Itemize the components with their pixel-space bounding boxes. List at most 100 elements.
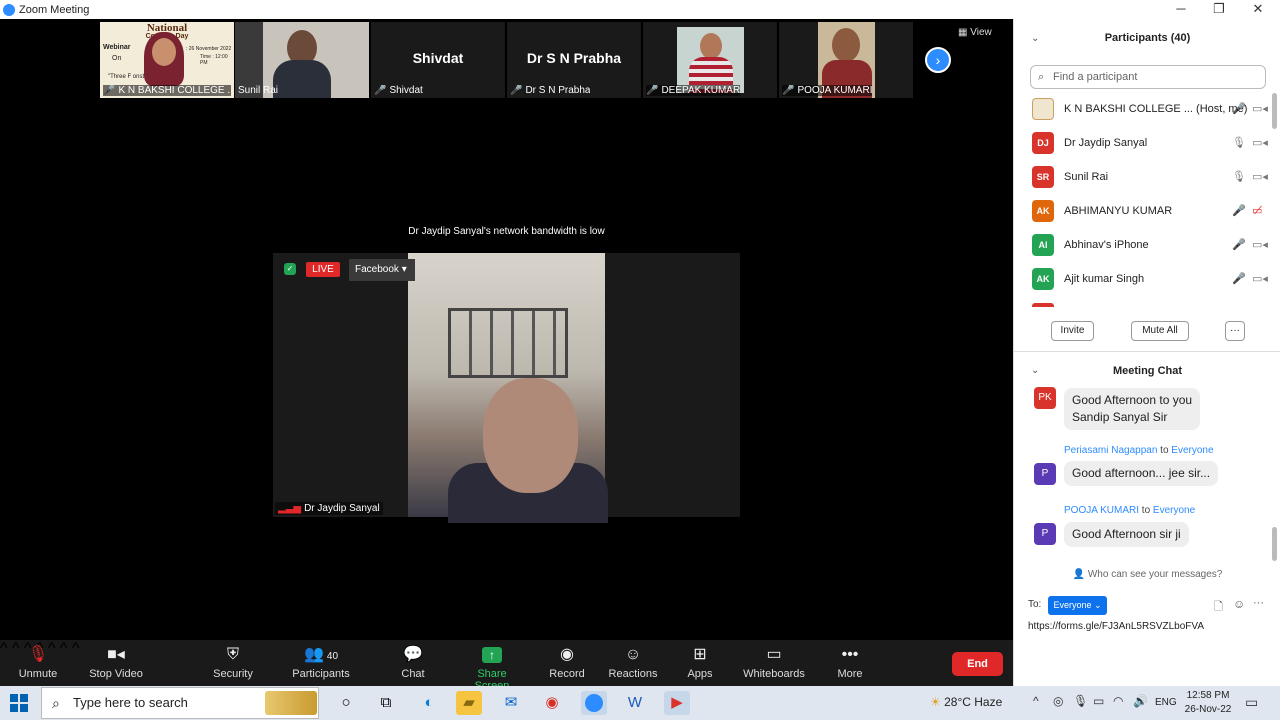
chat-button[interactable]: 💬 Chat: [396, 642, 430, 680]
share-screen-button[interactable]: ↑ Share Screen: [460, 642, 524, 692]
file-icon[interactable]: 🗋: [1214, 598, 1223, 617]
more-button[interactable]: ••• More: [834, 642, 866, 680]
chrome-icon[interactable]: ◉: [539, 691, 565, 715]
apps-label: Apps: [687, 668, 713, 680]
reactions-options-caret[interactable]: ^: [60, 640, 68, 657]
mail-icon[interactable]: ✉: [498, 691, 524, 715]
edge-browser-icon[interactable]: ◐: [416, 691, 442, 715]
mic-muted-icon[interactable]: 🎤: [1232, 238, 1246, 251]
thumbnail-kn-bakshi[interactable]: National Cons on Day Webinar On "Three F…: [100, 22, 234, 98]
chat-message: Good Afternoon sir ji: [1064, 522, 1189, 547]
microphone-tray-icon[interactable]: 🎙: [1073, 694, 1088, 708]
windows-start-icon[interactable]: [10, 694, 28, 712]
task-view-icon[interactable]: ⧉: [373, 691, 399, 715]
thumb-display-name: Dr S N Prabha: [526, 50, 622, 66]
shield-icon: ⛨: [226, 646, 239, 663]
facebook-stream-dropdown[interactable]: Facebook ▾: [349, 259, 415, 281]
mic-on-icon[interactable]: 🎙: [1232, 136, 1246, 149]
video-on-icon[interactable]: ▭◂: [1252, 102, 1268, 115]
camera-tray-icon[interactable]: ◎: [1053, 694, 1063, 708]
participant-search-input[interactable]: ⌕ Find a participant: [1030, 65, 1266, 89]
participant-row[interactable]: AK Ajit kumar Singh 🎤 ▭◂: [1030, 263, 1270, 297]
participants-more-button[interactable]: ···: [1225, 321, 1245, 341]
invite-button[interactable]: Invite: [1051, 321, 1094, 341]
next-page-button[interactable]: ›: [925, 47, 951, 73]
chat-message-line: Sandip Sanyal Sir: [1072, 410, 1168, 424]
end-meeting-button[interactable]: End: [952, 652, 1003, 676]
participant-row[interactable]: SR Sunil Rai 🎙 ▭◂: [1030, 161, 1270, 195]
active-speaker-video[interactable]: ✓ LIVE Facebook ▾ ▂▃▅ Dr Jaydip Sanyal: [273, 253, 740, 523]
unmute-button[interactable]: 🎙 Unmute: [16, 642, 60, 680]
battery-icon[interactable]: ▭: [1093, 694, 1104, 708]
chat-input[interactable]: https://forms.gle/FJ3AnL5RSVZLboFVA: [1028, 621, 1204, 632]
windows-taskbar: ⌕ Type here to search ○ ⧉ ◐ ▰ ✉ ◉ W ▶ ☀ 2…: [0, 686, 1280, 720]
audio-options-caret[interactable]: ^: [0, 640, 8, 657]
who-can-see-messages-link[interactable]: 👤 Who can see your messages?: [1014, 569, 1280, 580]
video-on-icon[interactable]: ▭◂: [1252, 170, 1268, 183]
chat-label: Chat: [401, 668, 425, 680]
thumbnail-deepak-kumar[interactable]: 🎤 DEEPAK KUMAR: [643, 22, 777, 98]
view-button[interactable]: ▦ View: [958, 27, 992, 38]
whiteboards-options-caret[interactable]: ^: [72, 640, 80, 657]
mic-muted-icon[interactable]: 🎤: [1232, 272, 1246, 285]
wifi-icon[interactable]: ◠: [1113, 694, 1123, 708]
presentation-app-icon[interactable]: ▶: [664, 691, 690, 715]
emoji-icon[interactable]: ☺: [1233, 597, 1245, 611]
chat-scrollbar[interactable]: [1272, 527, 1277, 561]
participant-row[interactable]: AI Abhinav's iPhone 🎤 ▭◂: [1030, 229, 1270, 263]
word-icon[interactable]: W: [622, 691, 648, 715]
poster-webinar: Webinar: [103, 44, 131, 51]
chat-more-icon[interactable]: ···: [1253, 597, 1264, 609]
participants-scrollbar[interactable]: [1272, 93, 1277, 129]
thumbnail-sn-prabha[interactable]: Dr S N Prabha 🎤 Dr S N Prabha: [507, 22, 641, 98]
record-icon: ◉: [560, 646, 574, 663]
participant-name: Ajit kumar Singh: [1064, 273, 1145, 285]
volume-icon[interactable]: 🔊: [1133, 694, 1148, 708]
mic-muted-icon[interactable]: 🎤: [1232, 204, 1246, 217]
participant-photo: [677, 27, 744, 93]
record-label: Record: [549, 668, 585, 680]
participant-row[interactable]: DJ Dr Jaydip Sanyal 🎙 ▭◂: [1030, 127, 1270, 161]
close-button[interactable]: ✕: [1239, 0, 1277, 19]
cortana-icon[interactable]: ○: [333, 691, 359, 715]
maximize-button[interactable]: ❐: [1200, 0, 1238, 19]
thumbnail-sunil-rai[interactable]: Sunil Rai: [235, 22, 369, 98]
encryption-shield-icon[interactable]: ✓: [284, 263, 296, 275]
unmute-label: Unmute: [18, 668, 58, 680]
search-highlight-doodle-icon: [265, 691, 317, 715]
thumbnail-shivdat[interactable]: Shivdat 🎤 Shivdat: [371, 22, 505, 98]
security-button[interactable]: ⛨ Security: [210, 642, 256, 680]
mic-on-icon[interactable]: 🎙: [1232, 170, 1246, 183]
notifications-icon[interactable]: ▭: [1245, 694, 1258, 711]
video-off-icon[interactable]: ▭̸: [1252, 204, 1262, 217]
stop-video-button[interactable]: ■◂ Stop Video: [88, 642, 144, 680]
recipient-dropdown[interactable]: Everyone ⌄: [1048, 596, 1107, 615]
mic-muted-icon[interactable]: 🎤: [1232, 102, 1246, 115]
participant-row[interactable]: AK ABHIMANYU KUMAR 🎤 ▭̸: [1030, 195, 1270, 229]
clock[interactable]: 12:58 PM 26-Nov-22: [1183, 689, 1233, 717]
participant-row[interactable]: K N BAKSHI COLLEGE ... (Host, me) 🎤 ▭◂: [1030, 93, 1270, 127]
next-participant-avatar-peek: [1032, 303, 1054, 307]
mute-all-button[interactable]: Mute All: [1131, 321, 1189, 341]
apps-button[interactable]: ⊞ Apps: [684, 642, 716, 680]
video-on-icon[interactable]: ▭◂: [1252, 272, 1268, 285]
weather-widget[interactable]: ☀ 28°C Haze: [930, 695, 1002, 709]
live-badge[interactable]: LIVE: [306, 262, 340, 277]
language-indicator[interactable]: ENG: [1155, 697, 1177, 708]
reactions-button[interactable]: ☺ Reactions: [608, 642, 658, 680]
minimize-button[interactable]: ─: [1162, 0, 1200, 19]
caret-down-icon: ▾: [398, 264, 407, 275]
zoom-taskbar-icon[interactable]: [581, 691, 607, 715]
whiteboards-label: Whiteboards: [743, 668, 805, 680]
file-explorer-icon[interactable]: ▰: [456, 691, 482, 715]
chat-message: Good afternoon... jee sir...: [1064, 461, 1219, 486]
record-button[interactable]: ◉ Record: [548, 642, 586, 680]
video-on-icon[interactable]: ▭◂: [1252, 238, 1268, 251]
whiteboards-button[interactable]: ▭ Whiteboards: [742, 642, 806, 680]
show-hidden-icons-chevron-icon[interactable]: ^: [1033, 694, 1039, 708]
participants-button[interactable]: 👥 40 Participants: [290, 642, 352, 680]
bandwidth-notice: Dr Jaydip Sanyal's network bandwidth is …: [408, 226, 605, 237]
thumbnail-pooja-kumari[interactable]: 🎤 POOJA KUMARI: [779, 22, 913, 98]
divider: [1014, 351, 1280, 352]
video-on-icon[interactable]: ▭◂: [1252, 136, 1268, 149]
